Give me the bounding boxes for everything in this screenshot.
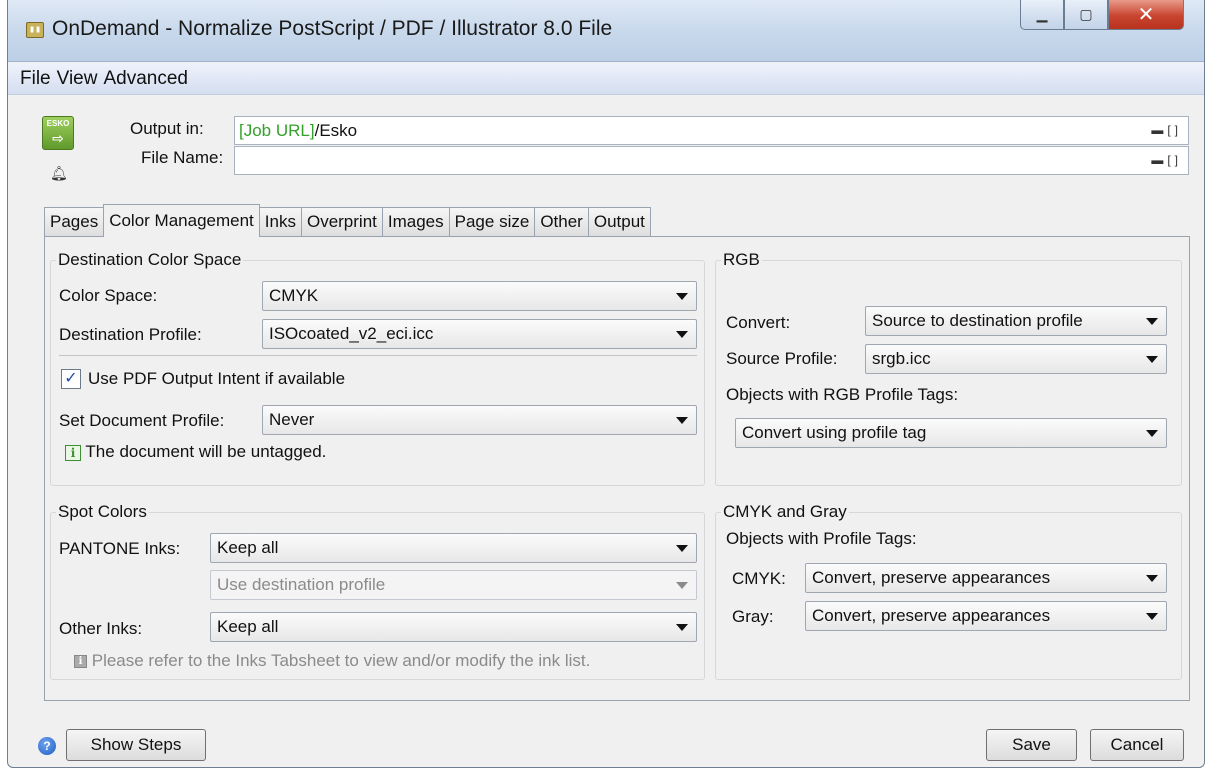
save-button[interactable]: Save [986, 729, 1077, 761]
output-in-label: Output in: [130, 119, 204, 138]
tab-color-management[interactable]: Color Management [103, 204, 260, 237]
pantone-profile-select: Use destination profile [210, 570, 697, 600]
destination-title: Destination Color Space [56, 250, 244, 270]
chevron-down-icon [1146, 575, 1158, 582]
use-output-intent-checkbox[interactable]: ✓ [61, 369, 81, 389]
divider [59, 355, 697, 356]
convert-label: Convert: [726, 313, 791, 332]
maximize-icon[interactable]: ▢ [1064, 0, 1108, 30]
output-suffix: /Esko [314, 121, 358, 140]
brackets-icon[interactable]: [] [1167, 153, 1182, 167]
menu-bar: File View Advanced [8, 63, 1204, 95]
info-icon: i [74, 655, 87, 669]
use-output-intent-label: Use PDF Output Intent if available [88, 369, 346, 388]
esko-logo-text: ESKO [46, 119, 70, 128]
bell-icon[interactable]: 🔔︎ [50, 165, 68, 182]
destination-profile-label: Destination Profile: [59, 325, 202, 344]
source-profile-label: Source Profile: [726, 349, 838, 368]
color-management-panel: Destination Color Space Color Space: CMY… [44, 236, 1190, 701]
menu-file[interactable]: File [20, 68, 51, 90]
convert-value: Source to destination profile [872, 311, 1083, 330]
source-profile-value: srgb.icc [872, 349, 931, 368]
chevron-down-icon [676, 417, 688, 424]
brackets-icon[interactable]: [] [1167, 123, 1182, 137]
color-space-value: CMYK [269, 286, 319, 305]
spot-colors-title: Spot Colors [56, 502, 149, 522]
minimize-icon[interactable]: ▁ [1020, 0, 1064, 30]
rgb-profile-tags-label: Objects with RGB Profile Tags: [726, 385, 959, 404]
tab-images[interactable]: Images [381, 207, 450, 236]
folder-icon[interactable]: ▬ [1151, 123, 1167, 137]
tab-pages[interactable]: Pages [44, 207, 105, 236]
cmyk-gray-title: CMYK and Gray [721, 502, 849, 522]
destination-profile-select[interactable]: ISOcoated_v2_eci.icc [262, 319, 697, 349]
dialog-window: ▮▮ OnDemand - Normalize PostScript / PDF… [7, 0, 1205, 768]
other-inks-value: Keep all [217, 617, 279, 636]
gray-select[interactable]: Convert, preserve appearances [805, 601, 1167, 631]
output-in-field[interactable]: [Job URL]/Esko ▬[] [234, 116, 1189, 145]
rgb-title: RGB [721, 250, 762, 270]
pantone-inks-label: PANTONE Inks: [59, 539, 181, 558]
tab-overprint[interactable]: Overprint [300, 207, 383, 236]
profile-tags-label: Objects with Profile Tags: [726, 529, 917, 548]
gray-label: Gray: [732, 607, 774, 626]
cmyk-label: CMYK: [732, 569, 786, 588]
color-space-label: Color Space: [59, 286, 158, 305]
file-name-label: File Name: [141, 148, 224, 167]
cmyk-value: Convert, preserve appearances [812, 568, 1051, 587]
untagged-info: i The document will be untagged. [65, 442, 326, 462]
folder-icon[interactable]: ▬ [1151, 153, 1167, 167]
chevron-down-icon [1146, 318, 1158, 325]
ondemand-icon: ▮▮ [26, 22, 44, 38]
pantone-inks-select[interactable]: Keep all [210, 533, 697, 563]
untagged-info-text: The document will be untagged. [85, 442, 327, 461]
job-url-token: [Job URL] [239, 121, 315, 140]
set-document-profile-select[interactable]: Never [262, 405, 697, 435]
chevron-down-icon [1146, 430, 1158, 437]
rgb-profile-tags-select[interactable]: Convert using profile tag [735, 418, 1167, 448]
file-name-field[interactable]: ▬[] [234, 146, 1189, 175]
help-icon[interactable]: ? [38, 737, 56, 755]
info-icon: i [65, 444, 81, 461]
source-profile-select[interactable]: srgb.icc [865, 344, 1167, 374]
menu-view[interactable]: View [57, 68, 98, 90]
gray-value: Convert, preserve appearances [812, 606, 1051, 625]
esko-logo-icon: ESKO ⇨ [42, 116, 74, 150]
cmyk-select[interactable]: Convert, preserve appearances [805, 563, 1167, 593]
set-document-profile-label: Set Document Profile: [59, 411, 225, 430]
chevron-down-icon [1146, 356, 1158, 363]
chevron-down-icon [1146, 613, 1158, 620]
tab-strip: Pages Color Management Inks Overprint Im… [44, 204, 651, 237]
tab-output[interactable]: Output [587, 207, 651, 236]
tab-inks[interactable]: Inks [258, 207, 302, 236]
close-icon[interactable]: ✕ [1108, 0, 1184, 30]
tab-page-size[interactable]: Page size [448, 207, 536, 236]
other-inks-select[interactable]: Keep all [210, 612, 697, 642]
window-title: OnDemand - Normalize PostScript / PDF / … [52, 17, 613, 40]
tab-other[interactable]: Other [534, 207, 589, 236]
show-steps-button[interactable]: Show Steps [66, 729, 206, 761]
chevron-down-icon [676, 545, 688, 552]
pantone-inks-value: Keep all [217, 538, 279, 557]
window-controls: ▁ ▢ ✕ [1020, 0, 1184, 30]
convert-select[interactable]: Source to destination profile [865, 306, 1167, 336]
inks-note: i Please refer to the Inks Tabsheet to v… [74, 651, 590, 671]
menu-advanced[interactable]: Advanced [103, 68, 188, 90]
rgb-profile-tags-value: Convert using profile tag [742, 423, 927, 442]
pantone-profile-value: Use destination profile [217, 575, 386, 594]
destination-profile-value: ISOcoated_v2_eci.icc [269, 324, 434, 343]
set-document-profile-value: Never [269, 410, 315, 429]
color-space-select[interactable]: CMYK [262, 281, 697, 311]
title-bar[interactable]: ▮▮ OnDemand - Normalize PostScript / PDF… [8, 0, 1204, 62]
chevron-down-icon [676, 582, 688, 589]
inks-note-text: Please refer to the Inks Tabsheet to vie… [91, 651, 591, 670]
chevron-down-icon [676, 624, 688, 631]
cancel-button[interactable]: Cancel [1090, 729, 1184, 761]
other-inks-label: Other Inks: [59, 619, 143, 638]
chevron-down-icon [676, 293, 688, 300]
chevron-down-icon [676, 331, 688, 338]
